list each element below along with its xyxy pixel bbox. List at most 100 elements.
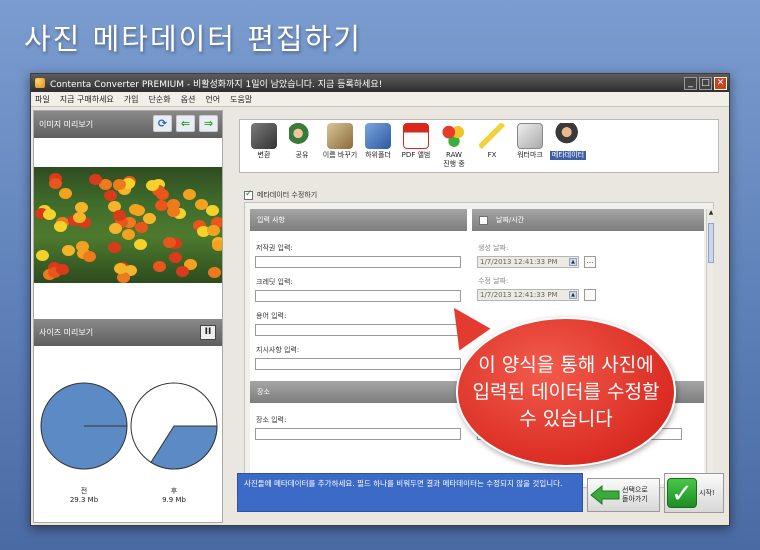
window-title: Contenta Converter PREMIUM - 비활성화까지 1일이 … xyxy=(50,79,383,90)
menu-file[interactable]: 파일 xyxy=(35,94,50,105)
location-input[interactable] xyxy=(255,428,461,440)
convert-icon xyxy=(251,123,277,149)
scroll-up-icon[interactable]: ▲ xyxy=(707,209,715,217)
created-date-label: 생성 날짜: xyxy=(478,244,509,252)
flower xyxy=(104,190,118,202)
tool-subfolder[interactable]: 하위폴더 xyxy=(359,120,397,172)
modified-date-spinner[interactable]: ▲ xyxy=(569,291,577,299)
scroll-thumb[interactable] xyxy=(708,223,714,263)
flower xyxy=(108,241,122,253)
copyright-input[interactable] xyxy=(255,256,461,268)
close-button[interactable]: ✕ xyxy=(714,76,727,90)
keywords-input[interactable] xyxy=(255,324,461,336)
watermark-icon xyxy=(517,123,543,149)
before-size: 29.3 Mb xyxy=(69,496,99,504)
edit-metadata-checkbox[interactable] xyxy=(244,189,253,200)
info-message: 사진들에 메타데이터를 추가하세요. 필드 하나를 비워두면 결과 메타데이터는… xyxy=(237,473,583,512)
tool-convert[interactable]: 변환 xyxy=(245,120,283,172)
tool-raw[interactable]: RAW 진행 중 xyxy=(435,120,473,172)
title-bar: Contenta Converter PREMIUM - 비활성화까지 1일이 … xyxy=(31,74,729,92)
flower xyxy=(154,200,168,212)
menu-buy[interactable]: 지금 구매하세요 xyxy=(60,94,114,105)
menu-bar: 파일 지금 구매하세요 가입 단순화 옵션 언어 도움말 xyxy=(31,92,729,107)
flower xyxy=(122,229,136,241)
arrow-right-icon: ⇒ xyxy=(203,117,214,130)
maximize-button[interactable]: □ xyxy=(699,76,712,90)
instructions-input[interactable] xyxy=(255,358,461,370)
pdf-icon xyxy=(403,123,429,149)
flower xyxy=(205,204,219,216)
input-section-label: 입력 사항 xyxy=(257,216,285,224)
flower xyxy=(113,262,127,274)
raw-icon xyxy=(441,123,467,149)
form-scrollbar[interactable]: ▲ ▼ xyxy=(706,209,714,484)
menu-help[interactable]: 도움말 xyxy=(230,94,252,105)
start-button[interactable]: ✓ 시작! xyxy=(664,473,724,513)
menu-register[interactable]: 가입 xyxy=(124,94,139,105)
start-button-label: 시작! xyxy=(699,488,715,497)
after-size: 9.9 Mb xyxy=(162,496,186,504)
instructions-label: 지시사항 입력: xyxy=(256,346,300,354)
flower xyxy=(108,222,122,234)
created-date-input[interactable]: 1/7/2013 12:41:33 PM ▲ xyxy=(477,256,579,268)
flower xyxy=(183,188,197,200)
tool-watermark[interactable]: 워터마크 xyxy=(511,120,549,172)
tool-metadata[interactable]: 메타데이터 xyxy=(549,120,587,172)
checkmark-icon: ✓ xyxy=(667,478,697,509)
pause-button[interactable]: II xyxy=(200,325,216,340)
flower xyxy=(195,198,209,210)
flower xyxy=(152,261,166,273)
flower xyxy=(35,249,49,261)
copyright-label: 저작권 입력: xyxy=(256,244,293,252)
rotate-button[interactable]: ⟳ xyxy=(153,115,172,132)
date-section-header: 날짜/시간 xyxy=(472,209,704,231)
banner-title: 사진 메타데이터 편집하기 xyxy=(24,22,362,56)
minimize-button[interactable]: _ xyxy=(684,76,697,90)
date-time-checkbox[interactable] xyxy=(479,215,488,225)
flower xyxy=(43,209,57,221)
subfolder-icon xyxy=(365,123,391,149)
flower xyxy=(58,188,72,200)
left-pane: 이미지 미리보기 ⟳ ⇐ ⇒ 사이즈 미리보기 II 전 29.3 Mb 후 9… xyxy=(33,110,223,523)
tool-rename[interactable]: 이름 바꾸기 xyxy=(321,120,359,172)
modified-date-input[interactable]: 1/7/2013 12:41:33 PM ▲ xyxy=(477,289,579,301)
keywords-label: 용어 입력: xyxy=(256,312,287,320)
pause-icon: II xyxy=(204,327,212,337)
created-date-spinner[interactable]: ▲ xyxy=(569,258,577,266)
flower xyxy=(72,211,86,223)
share-icon xyxy=(289,123,315,149)
callout-text: 이 양식을 통해 사진에 입력된 데이터를 수정할 수 있습니다 xyxy=(472,353,660,430)
rename-icon xyxy=(327,123,353,149)
credit-input[interactable] xyxy=(255,290,461,302)
modified-date-picker-button[interactable] xyxy=(584,289,596,301)
flower xyxy=(82,250,96,262)
menu-simplify[interactable]: 단순화 xyxy=(149,94,171,105)
flower xyxy=(133,238,147,250)
flower xyxy=(175,266,189,278)
tool-fx[interactable]: FX xyxy=(473,120,511,172)
flower xyxy=(128,203,142,215)
size-preview-label: 사이즈 미리보기 xyxy=(39,328,94,337)
tool-bar: 변환 공유 이름 바꾸기 하위폴더 PDF 앨범 RAW 진행 중 FX 워터마… xyxy=(239,119,719,173)
flower xyxy=(53,220,67,232)
tool-pdf-album[interactable]: PDF 앨범 xyxy=(397,120,435,172)
metadata-icon xyxy=(555,123,581,149)
flower xyxy=(206,224,220,236)
edit-metadata-toggle[interactable]: 메타데이터 수정하기 xyxy=(244,189,317,200)
back-to-selection-button[interactable]: 선택으로 돌아가기 xyxy=(587,478,660,512)
date-section-label: 날짜/시간 xyxy=(496,216,525,224)
tool-share[interactable]: 공유 xyxy=(283,120,321,172)
created-date-picker-button[interactable]: ... xyxy=(584,256,596,268)
menu-options[interactable]: 옵션 xyxy=(181,94,196,105)
location-section-label: 장소 xyxy=(257,388,270,396)
prev-image-button[interactable]: ⇐ xyxy=(176,115,195,132)
next-image-button[interactable]: ⇒ xyxy=(199,115,218,132)
menu-language[interactable]: 언어 xyxy=(205,94,220,105)
modified-date-label: 수정 날짜: xyxy=(478,277,509,285)
before-label: 전 xyxy=(80,487,88,495)
created-date-value: 1/7/2013 12:41:33 PM xyxy=(480,258,558,266)
flower xyxy=(48,178,62,190)
after-label: 후 xyxy=(170,487,178,495)
app-window: Contenta Converter PREMIUM - 비활성화까지 1일이 … xyxy=(30,73,730,526)
size-preview-header: 사이즈 미리보기 II xyxy=(34,319,222,346)
